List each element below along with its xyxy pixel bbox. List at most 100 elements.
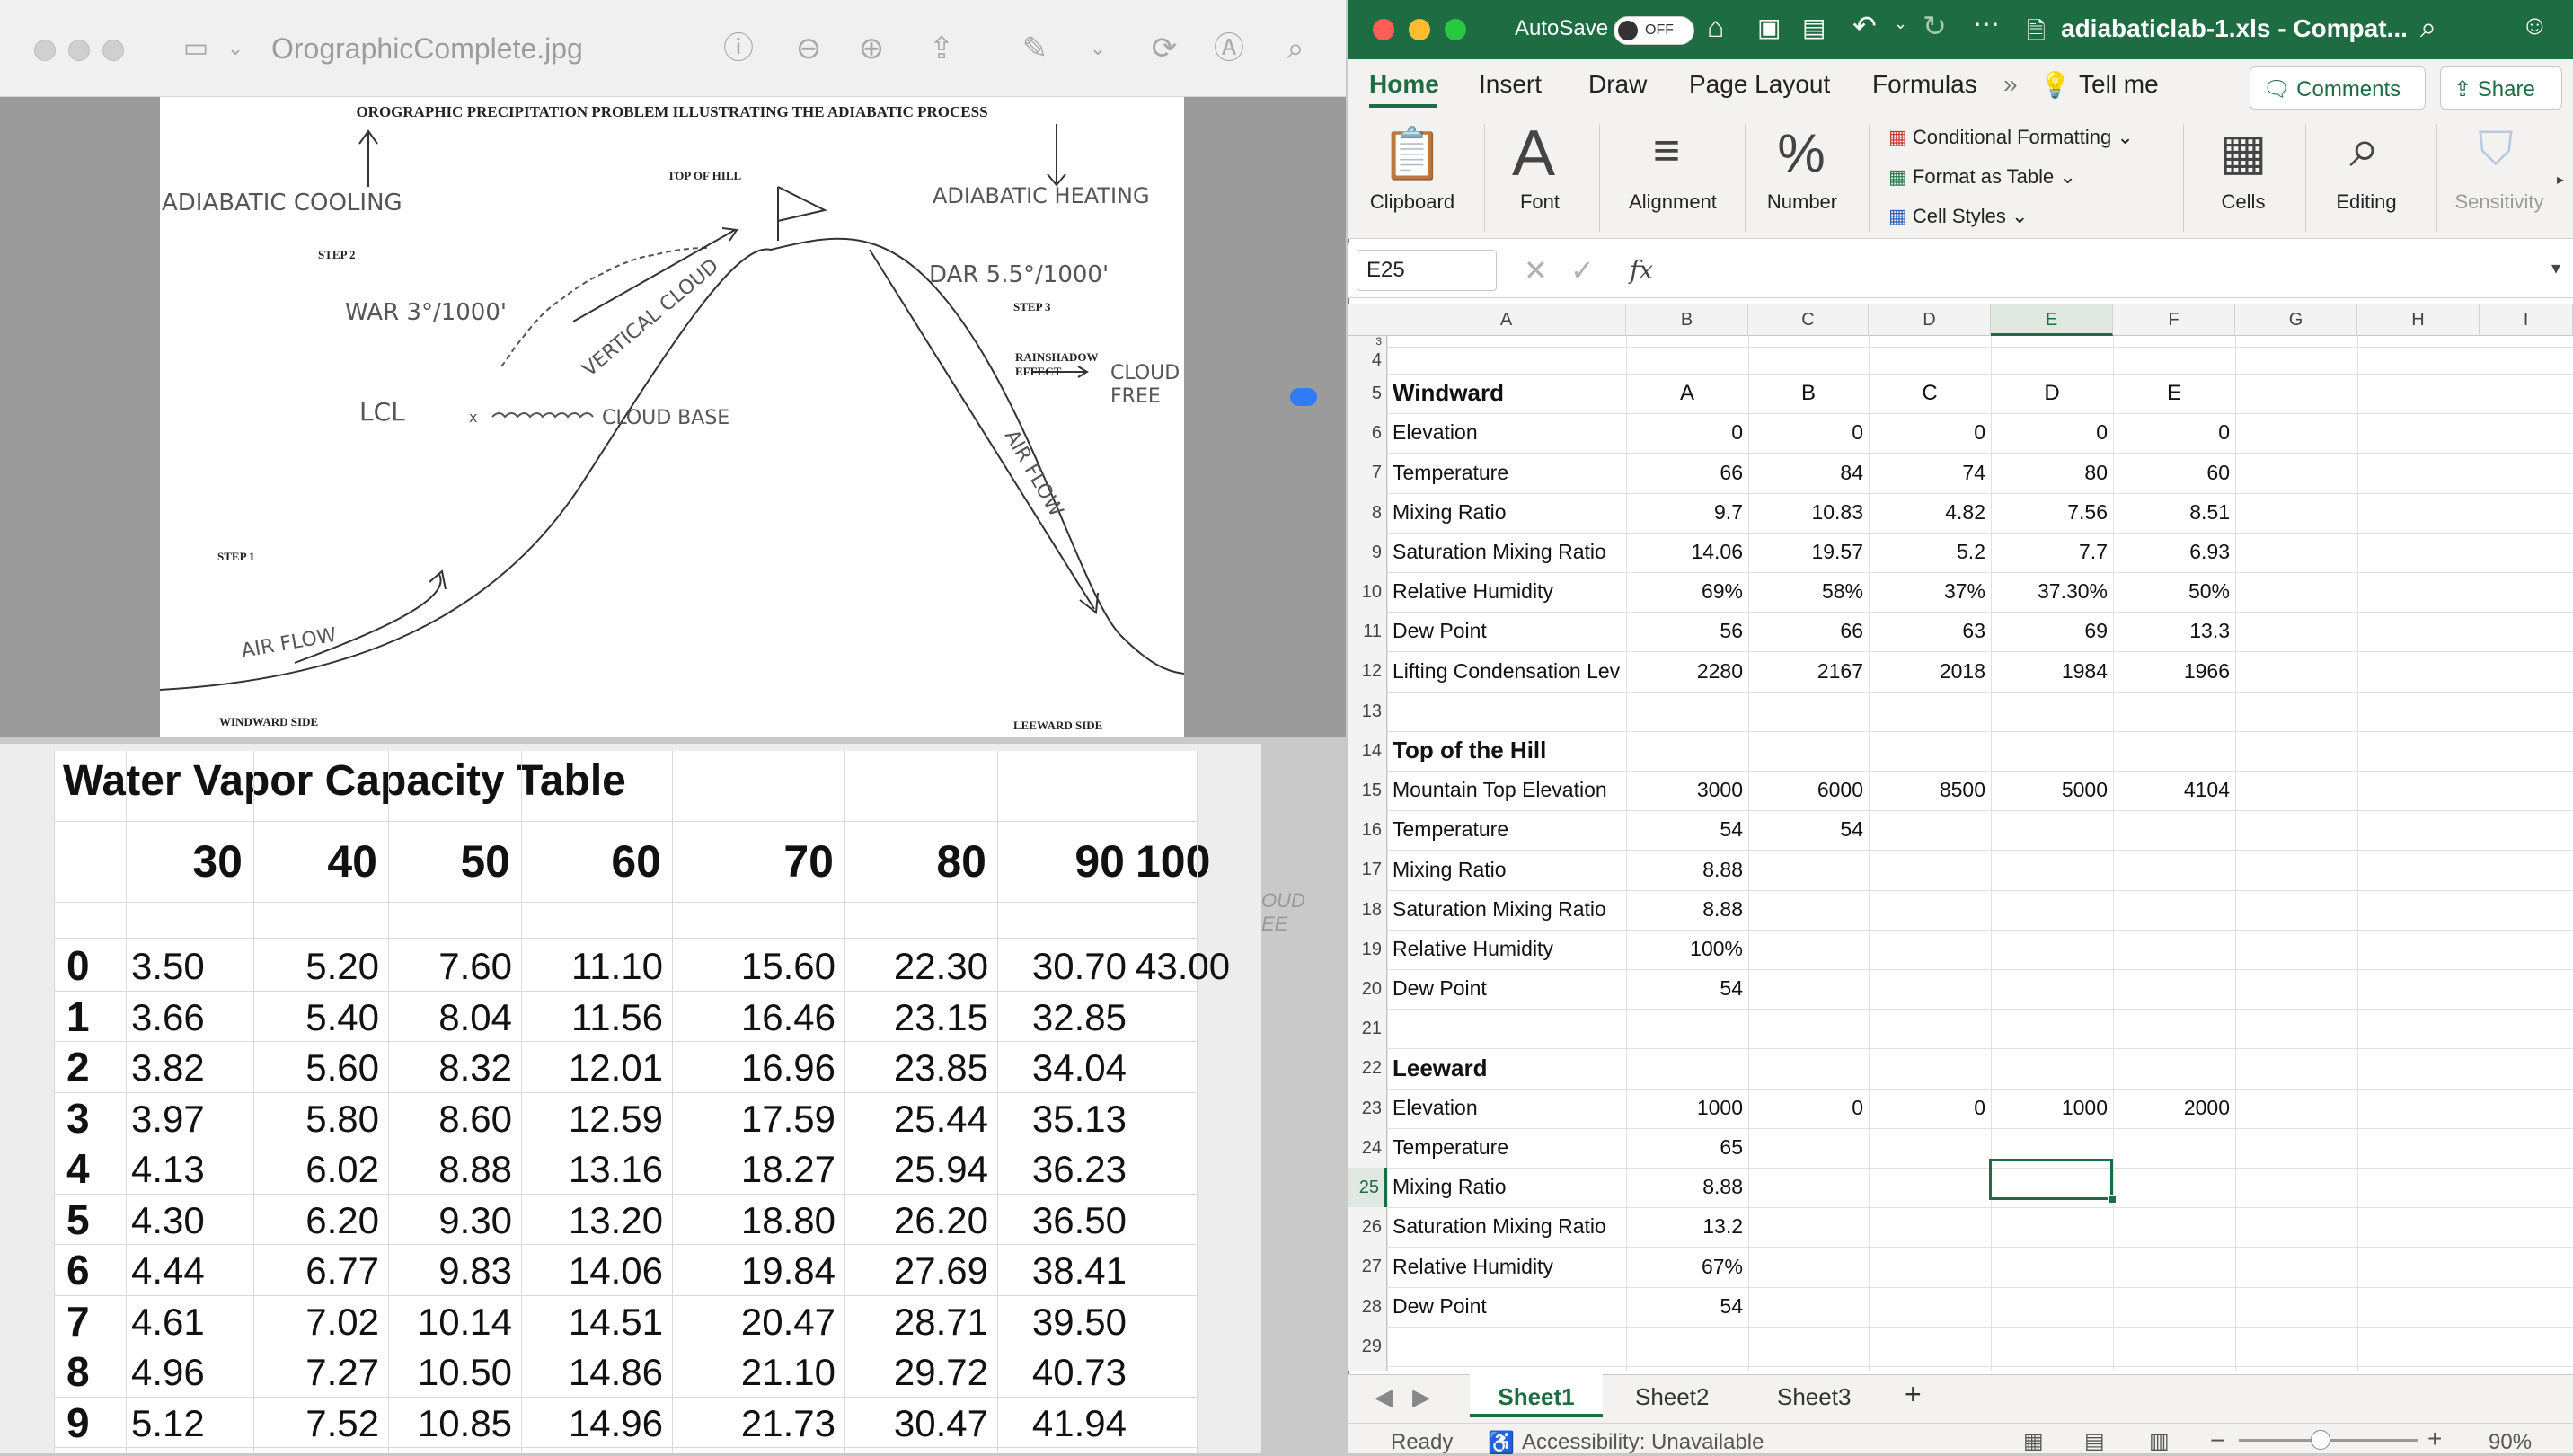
- data-cell[interactable]: [1996, 348, 2108, 373]
- data-cell[interactable]: 8.88: [1631, 1175, 1743, 1200]
- data-cell[interactable]: [1996, 1255, 2108, 1280]
- row-header-5[interactable]: 5: [1348, 374, 1387, 413]
- account-icon[interactable]: ☺: [2521, 11, 2549, 41]
- row-label-cell[interactable]: Mountain Top Elevation: [1393, 778, 1621, 803]
- data-cell[interactable]: [1631, 1334, 1743, 1359]
- data-cell[interactable]: [1631, 738, 1743, 763]
- data-cell[interactable]: [1874, 1214, 1985, 1240]
- row-header-28[interactable]: 28: [1348, 1287, 1387, 1327]
- data-cell[interactable]: [2118, 897, 2230, 922]
- data-cell[interactable]: [1874, 976, 1985, 1002]
- search-icon[interactable]: ⌕: [2420, 11, 2436, 45]
- data-cell[interactable]: 0: [1996, 420, 2108, 446]
- data-cell[interactable]: [1996, 897, 2108, 922]
- more-icon[interactable]: ⋯: [1973, 9, 2000, 40]
- data-cell[interactable]: 0: [1754, 420, 1863, 446]
- data-cell[interactable]: [1754, 348, 1863, 373]
- data-cell[interactable]: [2118, 738, 2230, 763]
- zoom-in-icon[interactable]: ⊕: [852, 31, 891, 66]
- row-header-16[interactable]: 16: [1348, 810, 1387, 850]
- tab-draw[interactable]: Draw: [1588, 70, 1647, 99]
- data-cell[interactable]: [1996, 976, 2108, 1002]
- data-cell[interactable]: B: [1754, 381, 1863, 406]
- row-header-13[interactable]: 13: [1348, 692, 1387, 731]
- data-cell[interactable]: [2118, 858, 2230, 883]
- data-cell[interactable]: 84: [1754, 461, 1863, 486]
- data-cell[interactable]: [1754, 738, 1863, 763]
- data-cell[interactable]: 0: [2118, 420, 2230, 446]
- row-header-18[interactable]: 18: [1348, 890, 1387, 930]
- data-cell[interactable]: [1754, 1214, 1863, 1240]
- data-cell[interactable]: [1874, 817, 1985, 843]
- data-cell[interactable]: 66: [1631, 461, 1743, 486]
- data-cell[interactable]: [1754, 937, 1863, 962]
- data-cell[interactable]: [1996, 1334, 2108, 1359]
- row-label-cell[interactable]: [1393, 1016, 1621, 1041]
- info-icon[interactable]: ⓘ: [719, 31, 758, 66]
- data-cell[interactable]: 54: [1754, 817, 1863, 843]
- row-label-cell[interactable]: Relative Humidity: [1393, 1255, 1621, 1280]
- document-title[interactable]: adiabaticlab-1.xls - Compat...: [2061, 14, 2408, 43]
- home-icon[interactable]: ⌂: [1707, 11, 1724, 44]
- row-label-cell[interactable]: [1393, 1334, 1621, 1359]
- data-cell[interactable]: [1754, 897, 1863, 922]
- data-cell[interactable]: [1631, 1056, 1743, 1081]
- row-header-12[interactable]: 12: [1348, 651, 1387, 691]
- data-cell[interactable]: 4.82: [1874, 500, 1985, 525]
- formula-input[interactable]: [1680, 251, 2542, 289]
- row-label-cell[interactable]: Temperature: [1393, 817, 1621, 843]
- undo-icon[interactable]: ↶: [1852, 9, 1877, 43]
- chevron-down-icon[interactable]: ▾: [2551, 257, 2560, 279]
- data-cell[interactable]: 8.88: [1631, 858, 1743, 883]
- data-cell[interactable]: 8.51: [2118, 500, 2230, 525]
- data-cell[interactable]: [1754, 1334, 1863, 1359]
- tab-sheet2[interactable]: Sheet2: [1635, 1383, 1709, 1411]
- tab-sheet1[interactable]: Sheet1: [1470, 1374, 1603, 1417]
- data-cell[interactable]: [1874, 348, 1985, 373]
- share-icon[interactable]: ⇪: [922, 31, 961, 66]
- zoom-level[interactable]: 90%: [2489, 1430, 2532, 1455]
- data-cell[interactable]: [2118, 1175, 2230, 1200]
- conditional-formatting-button[interactable]: ▦ Conditional Formatting ⌄: [1888, 126, 2134, 149]
- column-header-I[interactable]: I: [2480, 304, 2573, 336]
- format-as-table-button[interactable]: ▦ Format as Table ⌄: [1888, 165, 2076, 189]
- data-cell[interactable]: 8.88: [1631, 897, 1743, 922]
- rotate-icon[interactable]: ⟳: [1145, 31, 1184, 66]
- data-cell[interactable]: 1000: [1631, 1096, 1743, 1121]
- row-header-22[interactable]: 22: [1348, 1048, 1387, 1088]
- data-cell[interactable]: 63: [1874, 619, 1985, 644]
- data-cell[interactable]: 37%: [1874, 579, 1985, 604]
- status-accessibility[interactable]: Accessibility: Unavailable: [1522, 1430, 1764, 1455]
- percent-icon[interactable]: %: [1761, 122, 1842, 183]
- row-header-21[interactable]: 21: [1348, 1009, 1387, 1048]
- data-cell[interactable]: [1754, 1175, 1863, 1200]
- zoom-out-button[interactable]: −: [2210, 1426, 2224, 1455]
- search-icon[interactable]: ⌕: [1276, 31, 1315, 66]
- data-cell[interactable]: [1874, 1016, 1985, 1041]
- toggle-switch[interactable]: [1290, 388, 1317, 406]
- data-cell[interactable]: 0: [1874, 1096, 1985, 1121]
- cell-styles-button[interactable]: ▦ Cell Styles ⌄: [1888, 205, 2028, 228]
- row-header-15[interactable]: 15: [1348, 771, 1387, 810]
- normal-view-icon[interactable]: ▦: [2023, 1428, 2044, 1454]
- cancel-icon[interactable]: ✕: [1524, 253, 1548, 287]
- data-cell[interactable]: [1754, 976, 1863, 1002]
- data-cell[interactable]: 3000: [1631, 778, 1743, 803]
- data-cell[interactable]: D: [1996, 381, 2108, 406]
- row-label-cell[interactable]: Dew Point: [1393, 619, 1621, 644]
- row-label-cell[interactable]: Temperature: [1393, 1135, 1621, 1160]
- data-cell[interactable]: [1874, 937, 1985, 962]
- data-cell[interactable]: 66: [1754, 619, 1863, 644]
- comments-button[interactable]: 🗨 Comments: [2250, 66, 2426, 110]
- data-cell[interactable]: [1996, 699, 2108, 724]
- annotate-icon[interactable]: Ⓐ: [1209, 31, 1249, 66]
- row-header-23[interactable]: 23: [1348, 1089, 1387, 1128]
- data-cell[interactable]: 2000: [2118, 1096, 2230, 1121]
- row-header-17[interactable]: 17: [1348, 850, 1387, 889]
- data-cell[interactable]: 60: [2118, 461, 2230, 486]
- data-cell[interactable]: [2118, 1016, 2230, 1041]
- row-label-cell[interactable]: Windward: [1393, 379, 1621, 404]
- chevron-down-icon[interactable]: ⌄: [216, 31, 255, 66]
- data-cell[interactable]: [1631, 1016, 1743, 1041]
- data-cell[interactable]: 19.57: [1754, 540, 1863, 565]
